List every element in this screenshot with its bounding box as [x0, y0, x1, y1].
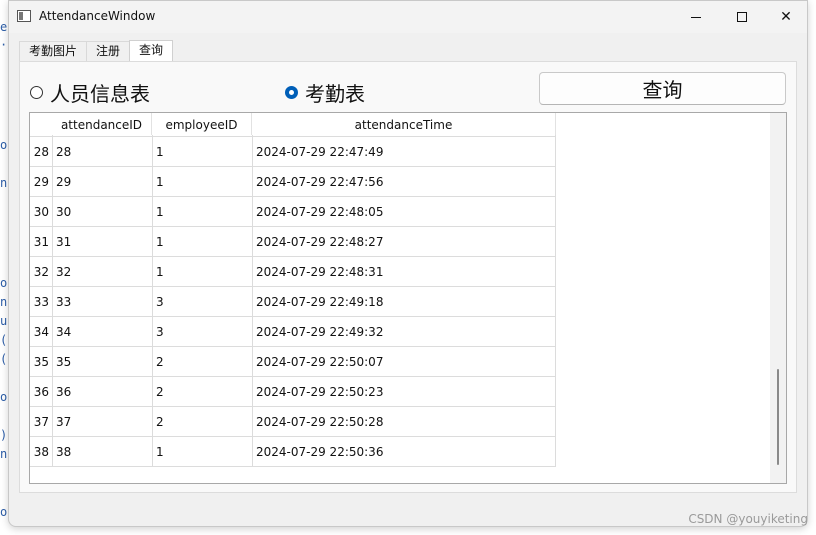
- query-button[interactable]: 查询: [539, 72, 786, 105]
- radio-unchecked-icon: [30, 86, 43, 99]
- minimize-icon: [691, 16, 701, 18]
- table-corner-button[interactable]: [30, 113, 52, 135]
- table-cell[interactable]: 37: [52, 407, 152, 436]
- csdn-watermark: CSDN @youyiketing: [688, 512, 808, 526]
- table-cell[interactable]: 1: [152, 137, 252, 166]
- row-number-header[interactable]: 34: [30, 317, 52, 346]
- tab-query[interactable]: 查询: [129, 40, 174, 61]
- background-code-fragment: ): [0, 428, 8, 442]
- row-number-header[interactable]: 36: [30, 377, 52, 406]
- table-cell[interactable]: 2024-07-29 22:49:18: [252, 287, 556, 316]
- table-cell[interactable]: 2024-07-29 22:48:31: [252, 257, 556, 286]
- table-row[interactable]: 38 38 1 2024-07-29 22:50:36: [30, 437, 556, 467]
- table-cell[interactable]: 35: [52, 347, 152, 376]
- table-cell[interactable]: 34: [52, 317, 152, 346]
- tab-bar: 考勤图片 注册 查询: [19, 40, 174, 61]
- maximize-button[interactable]: [719, 1, 765, 33]
- table-cell[interactable]: 31: [52, 227, 152, 256]
- table-row[interactable]: 36 36 2 2024-07-29 22:50:23: [30, 377, 556, 407]
- table-cell[interactable]: 1: [152, 227, 252, 256]
- background-code-fragment: ·: [0, 38, 8, 52]
- radio-attendance-table-label: 考勤表: [305, 82, 365, 106]
- table-cell[interactable]: 3: [152, 287, 252, 316]
- scrollbar-thumb[interactable]: [777, 369, 779, 465]
- vertical-scrollbar[interactable]: [770, 113, 786, 483]
- table-row[interactable]: 33 33 3 2024-07-29 22:49:18: [30, 287, 556, 317]
- table-cell[interactable]: 32: [52, 257, 152, 286]
- background-code-fragment: (: [0, 352, 8, 366]
- table-cell[interactable]: 2024-07-29 22:50:07: [252, 347, 556, 376]
- row-number-header[interactable]: 38: [30, 437, 52, 466]
- row-number-header[interactable]: 28: [30, 137, 52, 166]
- table-cell[interactable]: 30: [52, 197, 152, 226]
- table-cell[interactable]: 1: [152, 437, 252, 466]
- minimize-button[interactable]: [673, 1, 719, 33]
- table-cell[interactable]: 2024-07-29 22:50:28: [252, 407, 556, 436]
- attendance-window: AttendanceWindow ✕ 考勤图片 注册 查询 人员信息表 考勤表 …: [8, 0, 808, 527]
- row-number-header[interactable]: 31: [30, 227, 52, 256]
- radio-employee-table-label: 人员信息表: [50, 82, 150, 106]
- row-number-header[interactable]: 35: [30, 347, 52, 376]
- row-number-header[interactable]: 29: [30, 167, 52, 196]
- table-cell[interactable]: 2024-07-29 22:49:32: [252, 317, 556, 346]
- table-cell[interactable]: 2024-07-29 22:47:56: [252, 167, 556, 196]
- table-row[interactable]: 34 34 3 2024-07-29 22:49:32: [30, 317, 556, 347]
- maximize-icon: [737, 12, 747, 22]
- background-code-fragment: (: [0, 333, 8, 347]
- table-row[interactable]: 30 30 1 2024-07-29 22:48:05: [30, 197, 556, 227]
- radio-employee-table[interactable]: 人员信息表: [30, 78, 150, 107]
- table-cell[interactable]: 2024-07-29 22:48:27: [252, 227, 556, 256]
- row-number-header[interactable]: 32: [30, 257, 52, 286]
- close-button[interactable]: ✕: [763, 1, 807, 33]
- query-tab-panel: 人员信息表 考勤表 查询 272712024-07-29 22:47:35282…: [19, 61, 797, 493]
- table-row[interactable]: 35 35 2 2024-07-29 22:50:07: [30, 347, 556, 377]
- table-cell[interactable]: 2: [152, 407, 252, 436]
- table-cell[interactable]: 28: [52, 137, 152, 166]
- table-cell[interactable]: 2024-07-29 22:50:36: [252, 437, 556, 466]
- table-cell[interactable]: 2024-07-29 22:48:05: [252, 197, 556, 226]
- window-title: AttendanceWindow: [39, 9, 156, 23]
- table-row[interactable]: 32 32 1 2024-07-29 22:48:31: [30, 257, 556, 287]
- tab-attendance-image[interactable]: 考勤图片: [19, 41, 88, 61]
- row-number-header[interactable]: 30: [30, 197, 52, 226]
- title-bar[interactable]: AttendanceWindow ✕: [9, 1, 807, 33]
- table-cell[interactable]: 1: [152, 197, 252, 226]
- table-body: 272712024-07-29 22:47:35282812024-07-29 …: [30, 113, 556, 467]
- table-cell[interactable]: 38: [52, 437, 152, 466]
- background-code-fragment: n: [0, 176, 8, 190]
- row-number-header[interactable]: 37: [30, 407, 52, 436]
- table-cell[interactable]: 2024-07-29 22:47:49: [252, 137, 556, 166]
- column-header-attendance-time[interactable]: attendanceTime: [252, 113, 556, 135]
- table-row[interactable]: 28 28 1 2024-07-29 22:47:49: [30, 137, 556, 167]
- table-header: attendanceID employeeID attendanceTime: [30, 113, 556, 135]
- table-cell[interactable]: 33: [52, 287, 152, 316]
- row-number-header[interactable]: 33: [30, 287, 52, 316]
- table-cell[interactable]: 1: [152, 257, 252, 286]
- column-header-employee-id[interactable]: employeeID: [152, 113, 252, 135]
- table-cell[interactable]: 2: [152, 377, 252, 406]
- table-cell[interactable]: 29: [52, 167, 152, 196]
- close-icon: ✕: [780, 9, 792, 25]
- radio-checked-icon: [285, 86, 298, 99]
- table-row[interactable]: 31 31 1 2024-07-29 22:48:27: [30, 227, 556, 257]
- table-viewport: 272712024-07-29 22:47:35282812024-07-29 …: [30, 113, 556, 483]
- column-header-attendance-id[interactable]: attendanceID: [52, 113, 152, 135]
- table-cell[interactable]: 1: [152, 167, 252, 196]
- table-row[interactable]: 37 37 2 2024-07-29 22:50:28: [30, 407, 556, 437]
- tab-register[interactable]: 注册: [86, 41, 131, 61]
- attendance-table-view[interactable]: 272712024-07-29 22:47:35282812024-07-29 …: [29, 112, 787, 484]
- table-cell[interactable]: 36: [52, 377, 152, 406]
- radio-attendance-table[interactable]: 考勤表: [285, 78, 365, 107]
- table-cell[interactable]: 2: [152, 347, 252, 376]
- app-window-icon: [17, 10, 31, 22]
- table-cell[interactable]: 2024-07-29 22:50:23: [252, 377, 556, 406]
- table-row[interactable]: 29 29 1 2024-07-29 22:47:56: [30, 167, 556, 197]
- table-cell[interactable]: 3: [152, 317, 252, 346]
